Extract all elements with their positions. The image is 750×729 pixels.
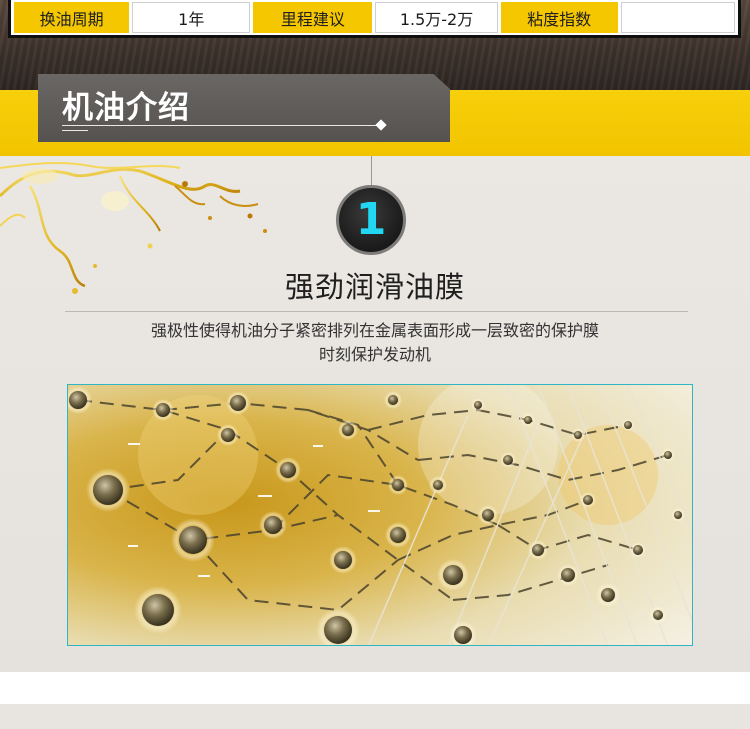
feature-description-line1: 强极性使得机油分子紧密排列在金属表面形成一层致密的保护膜 [150,321,599,340]
feature-number: 1 [355,194,387,245]
feature-panel: 1 强劲润滑油膜 强极性使得机油分子紧密排列在金属表面形成一层致密的保护膜 时刻… [0,156,750,672]
oil-change-period-value: 1年 [132,2,251,33]
feature-description-line2: 时刻保护发动机 [318,345,431,364]
feature-divider [65,311,688,312]
oil-change-period-label: 换油周期 [14,2,130,33]
molecule-network-image [67,384,693,646]
section-title: 机油介绍 [62,90,190,126]
viscosity-index-value [620,2,735,33]
feature-number-badge: 1 [336,185,406,255]
spec-table: 换油周期 1年 里程建议 1.5万-2万 粘度指数 [8,0,741,38]
mileage-suggestion-value: 1.5万-2万 [375,2,498,33]
next-section-strip [0,704,750,729]
badge-connector-line [371,156,372,188]
viscosity-index-label: 粘度指数 [500,2,618,33]
feature-title: 强劲润滑油膜 [284,270,465,304]
title-underline [62,125,380,126]
title-underline-short [62,130,88,131]
mileage-suggestion-label: 里程建议 [253,2,373,33]
